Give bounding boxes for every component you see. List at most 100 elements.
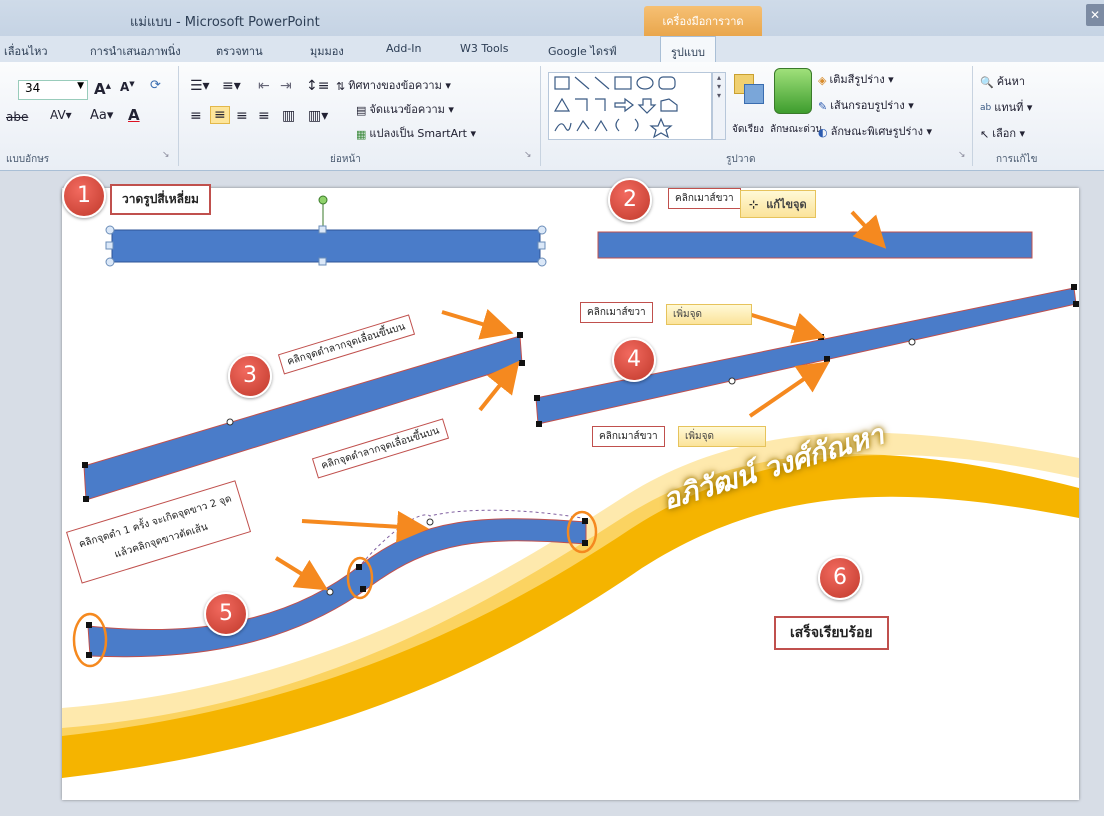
title-bar: แม่แบบ - Microsoft PowerPoint เครื่องมือ… [0, 0, 1104, 36]
replace-icon: ab [980, 103, 992, 113]
tab-google-drive[interactable]: Google ไดรฟ์ [548, 42, 617, 60]
strikethrough-icon[interactable]: abe [6, 110, 28, 124]
separator [178, 66, 179, 166]
shape-effects-button[interactable]: ◐ ลักษณะพิเศษรูปร่าง ▾ [818, 122, 932, 140]
step1-label: วาดรูปสี่เหลี่ยม [110, 184, 211, 215]
char-spacing-icon[interactable]: AV▾ [50, 108, 72, 122]
dialog-launcher-icon[interactable]: ↘ [162, 150, 170, 160]
step4-midpoint-a [728, 377, 736, 385]
step2-rectangle[interactable] [597, 231, 1033, 259]
tab-view[interactable]: มุมมอง [310, 42, 344, 60]
drawing-tools-header: เครื่องมือการวาด [644, 6, 762, 36]
add-point-menu-bottom[interactable]: เพิ่มจุด [678, 426, 766, 447]
separator [972, 66, 973, 166]
tab-add-in[interactable]: Add-In [386, 42, 421, 55]
numbering-icon[interactable]: ≡▾ [222, 78, 241, 94]
step5-white-point [326, 588, 334, 596]
add-point-menu-top[interactable]: เพิ่มจุด [666, 304, 752, 325]
step-badge-5: 5 [204, 592, 248, 636]
step1-rectangle[interactable] [111, 229, 541, 263]
tab-w3-tools[interactable]: W3 Tools [460, 42, 508, 55]
arrow-step3-top [441, 308, 514, 340]
replace-button[interactable]: ab แทนที่ ▾ [980, 98, 1032, 116]
ribbon-tabs: เลื่อนไหว การนำเสนอภาพนิ่ง ตรวจทาน มุมมอ… [0, 36, 1104, 63]
font-size-combo[interactable]: 34 ▼ [18, 80, 88, 100]
quick-styles-icon [774, 68, 812, 114]
step5-white-point [426, 518, 434, 526]
font-color-icon[interactable]: A [128, 106, 140, 124]
align-left-icon[interactable]: ≡ [190, 108, 202, 124]
step2-right-click-label: คลิกเมาส์ขวา [668, 188, 741, 209]
paint-bucket-icon: ◈ [818, 73, 827, 87]
change-case-icon[interactable]: Aa▾ [90, 108, 113, 123]
shapes-gallery-icons [553, 76, 678, 139]
shape-fill-label: เติมสีรูปร่าง [829, 73, 885, 86]
text-direction-icon: ⇅ [336, 79, 346, 93]
columns-icon[interactable]: ▥▾ [308, 108, 328, 124]
shapes-gallery[interactable] [548, 72, 712, 140]
text-direction-button[interactable]: ⇅ ทิศทางของข้อความ ▾ [336, 76, 451, 94]
replace-label: แทนที่ [994, 101, 1024, 114]
shape-fill-button[interactable]: ◈ เติมสีรูปร่าง ▾ [818, 70, 894, 88]
step-badge-4: 4 [612, 338, 656, 382]
binoculars-icon: 🔍 [980, 75, 994, 89]
smartart-icon: ▦ [356, 127, 367, 141]
increase-indent-icon[interactable]: ⇥ [280, 78, 292, 94]
group-label-paragraph: ย่อหน้า [330, 154, 361, 165]
window-title: แม่แบบ - Microsoft PowerPoint [130, 15, 320, 30]
tab-slide-show[interactable]: การนำเสนอภาพนิ่ง [90, 42, 181, 60]
text-direction-label: ทิศทางของข้อความ [348, 79, 442, 92]
slide-canvas[interactable]: 1 2 3 4 5 6 วาดรูปสี่เหลี่ยม คลิกเมาส์ขว… [62, 174, 1079, 800]
context-tab-title: เครื่องมือการวาด [662, 15, 744, 28]
effects-icon: ◐ [818, 125, 828, 139]
arrange-icon [730, 70, 770, 116]
shrink-font-icon[interactable]: A▼ [120, 80, 135, 94]
group-label-font: แบบอักษร [6, 154, 50, 165]
align-text-button[interactable]: ▤ จัดแนวข้อความ ▾ [356, 100, 454, 118]
clear-format-icon[interactable]: ⟳ [150, 78, 161, 93]
distribute-icon[interactable]: ▥ [282, 108, 295, 124]
align-right-icon[interactable]: ≡ [236, 108, 248, 124]
decrease-indent-icon[interactable]: ⇤ [258, 78, 270, 94]
arrow-step4-top [741, 310, 826, 344]
group-label-editing: การแก้ไข [996, 154, 1038, 165]
edit-points-menu-item[interactable]: ⊹ แก้ไขจุด [740, 190, 816, 218]
edit-points-icon: ⊹ [749, 198, 759, 211]
select-button[interactable]: ↖ เลือก ▾ [980, 124, 1025, 142]
find-button[interactable]: 🔍 ค้นหา [980, 72, 1025, 90]
step-badge-2: 2 [608, 178, 652, 222]
rotation-handle[interactable] [318, 195, 328, 205]
step4-right-click-label-bottom: คลิกเมาส์ขวา [592, 426, 665, 447]
convert-smartart-button[interactable]: ▦ แปลงเป็น SmartArt ▾ [356, 124, 476, 142]
shape-effects-label: ลักษณะพิเศษรูปร่าง [830, 125, 923, 138]
tab-review[interactable]: ตรวจทาน [216, 42, 263, 60]
grow-font-icon[interactable]: A▲ [94, 80, 111, 98]
arrow-step5-top [301, 510, 429, 543]
dialog-launcher-icon[interactable]: ↘ [524, 150, 532, 160]
arrange-button[interactable]: จัดเรียง [732, 122, 764, 137]
bullets-icon[interactable]: ☰▾ [190, 78, 210, 94]
line-spacing-icon[interactable]: ↕≡ [306, 78, 329, 94]
align-center-icon[interactable]: ≡ [210, 106, 230, 124]
find-label: ค้นหา [996, 75, 1026, 88]
align-text-label: จัดแนวข้อความ [369, 103, 445, 116]
separator [540, 66, 541, 166]
quick-styles-button[interactable]: ลักษณะด่วน [770, 122, 822, 137]
edit-points-label: แก้ไขจุด [766, 198, 807, 211]
tab-animations[interactable]: เลื่อนไหว [4, 42, 48, 60]
step3-midpoint [226, 418, 234, 426]
tab-format[interactable]: รูปแบบ [660, 36, 716, 62]
gallery-scroll[interactable]: ▴ ▾ ▾ [712, 72, 726, 140]
chevron-down-icon: ▼ [77, 81, 84, 91]
done-label: เสร็จเรียบร้อย [774, 616, 889, 650]
pencil-icon: ✎ [818, 99, 828, 113]
step-badge-3: 3 [228, 354, 272, 398]
step4-right-click-label-top: คลิกเมาส์ขวา [580, 302, 653, 323]
arrow-step4-bottom [748, 361, 830, 418]
step-badge-6: 6 [818, 556, 862, 600]
group-label-drawing: รูปวาด [726, 154, 756, 165]
justify-icon[interactable]: ≡ [258, 108, 270, 124]
close-icon[interactable]: ✕ [1086, 4, 1104, 26]
shape-outline-button[interactable]: ✎ เส้นกรอบรูปร่าง ▾ [818, 96, 914, 114]
dialog-launcher-icon[interactable]: ↘ [958, 150, 966, 160]
